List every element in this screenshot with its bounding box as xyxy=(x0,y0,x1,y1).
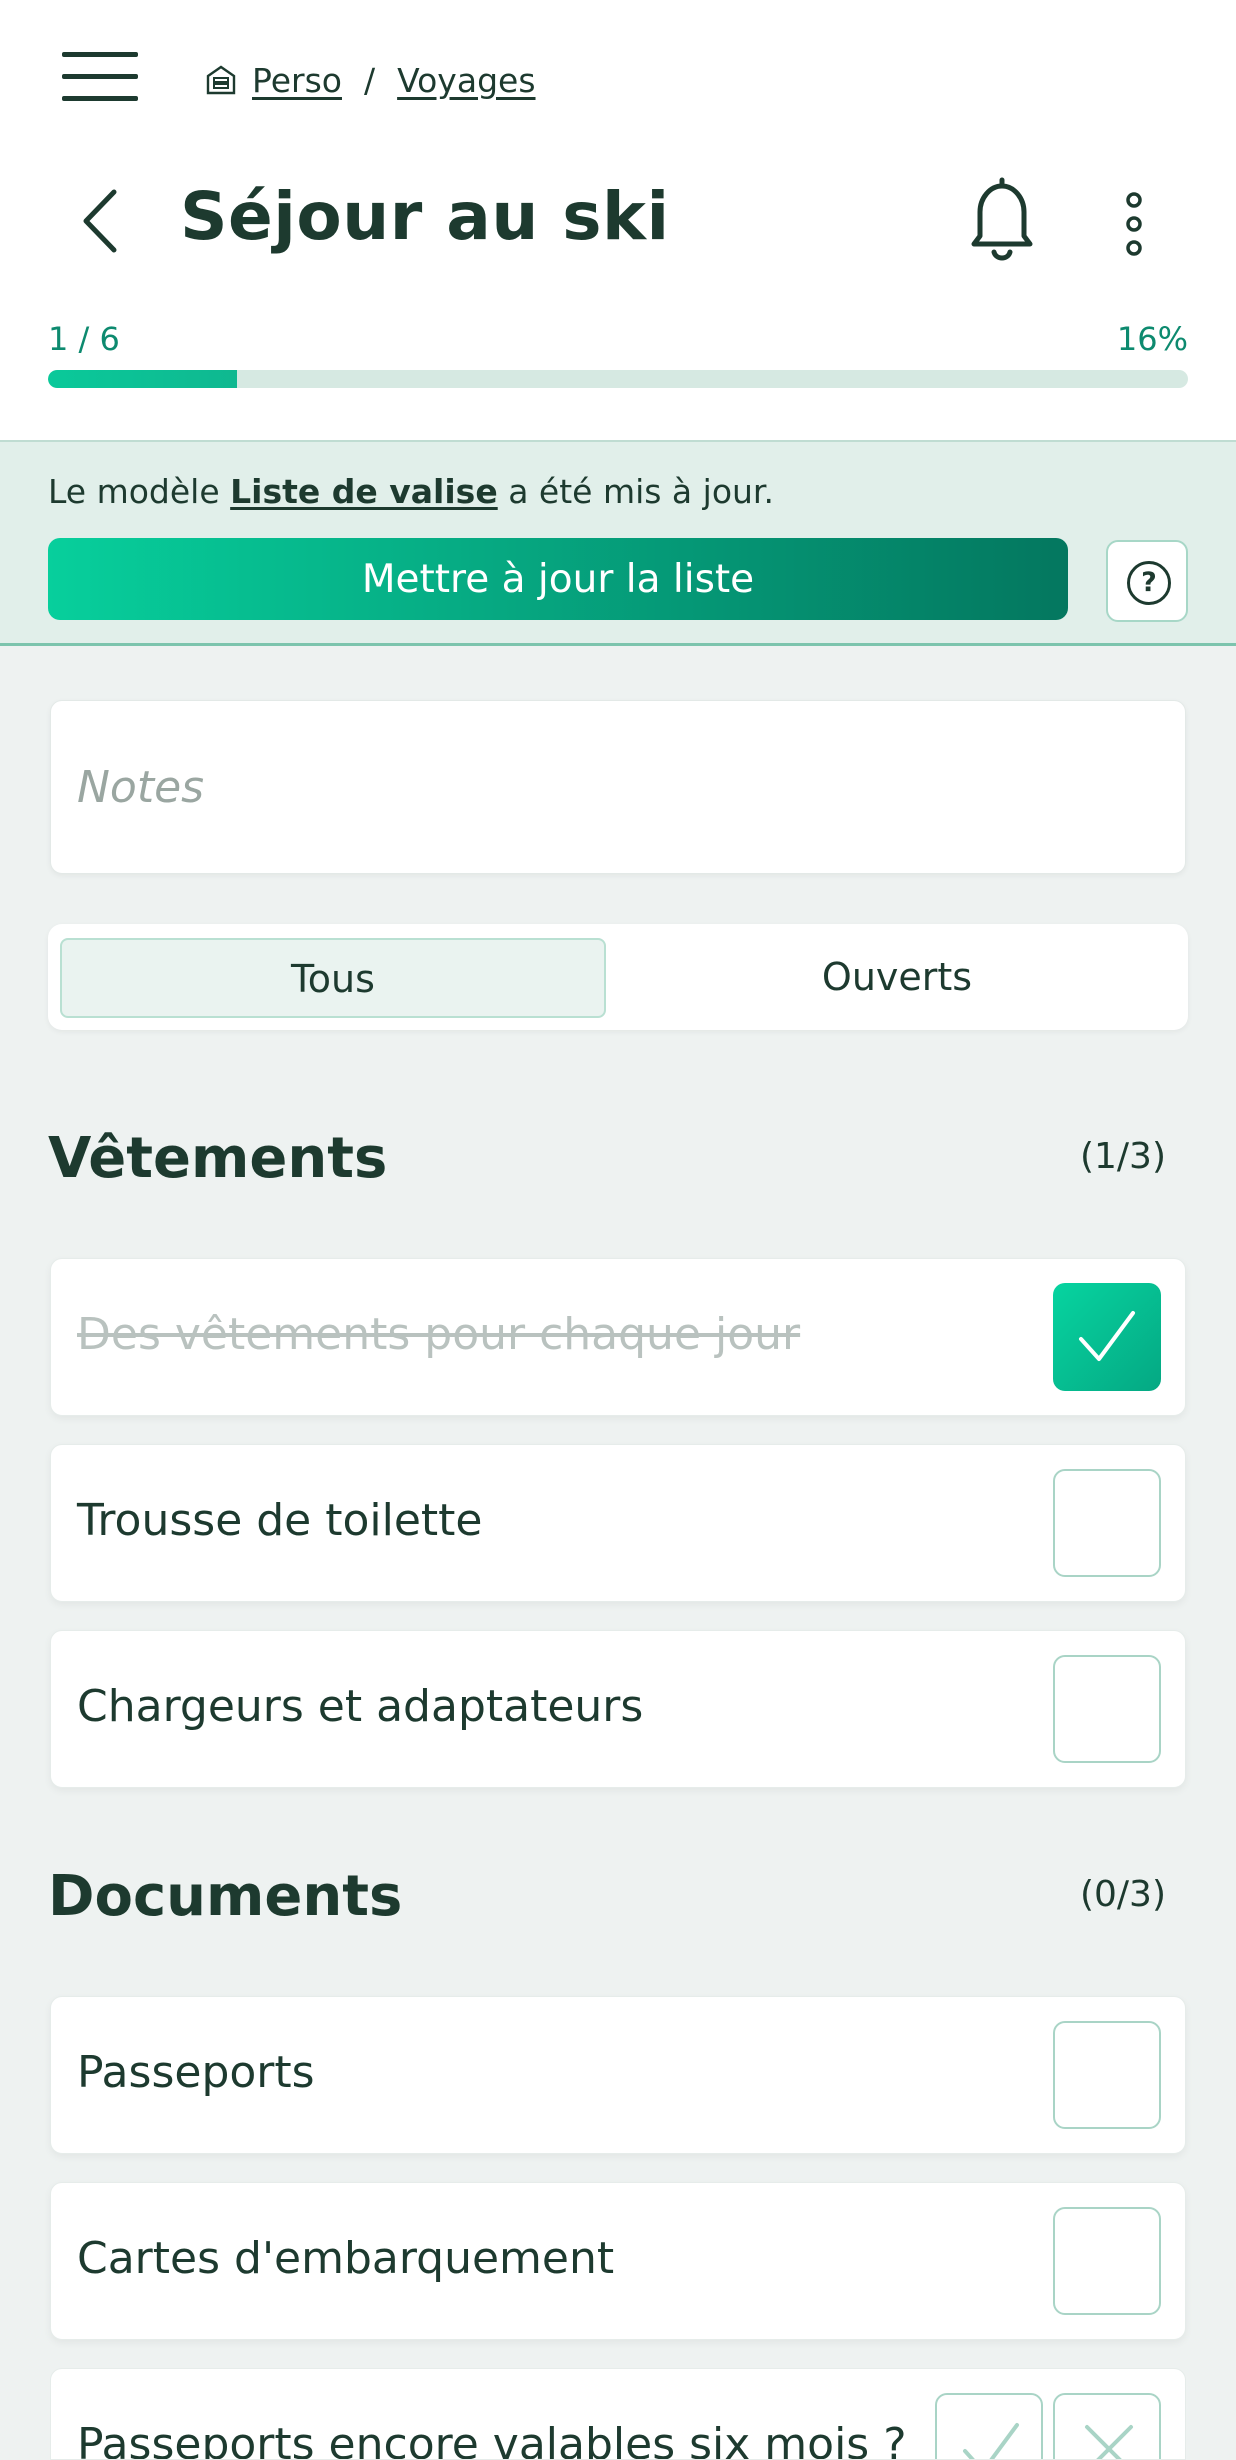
page-title: Séjour au ski xyxy=(180,178,670,255)
item-checkbox-checked[interactable] xyxy=(1053,1283,1161,1391)
progress-fill xyxy=(48,370,238,388)
item-label: Passeports encore valables six mois ? xyxy=(77,2419,907,2460)
list-item[interactable]: Des vêtements pour chaque jour xyxy=(50,1258,1186,1416)
checkmark-icon xyxy=(1079,1311,1135,1361)
item-label: Cartes d'embarquement xyxy=(77,2233,615,2284)
banner-message: Le modèle Liste de valise a été mis à jo… xyxy=(48,472,774,511)
breadcrumb-separator: / xyxy=(363,60,376,100)
section-title-documents: Documents xyxy=(48,1864,403,1929)
cross-icon xyxy=(1085,2425,1133,2459)
list-item[interactable]: Cartes d'embarquement xyxy=(50,2182,1186,2340)
progress-count: 1 / 6 xyxy=(48,320,120,358)
banner-text-after: a été mis à jour. xyxy=(497,472,774,511)
item-checkbox[interactable] xyxy=(1053,1469,1161,1577)
filter-toggle: Tous Ouverts xyxy=(48,924,1188,1030)
more-vertical-icon[interactable] xyxy=(1116,192,1152,256)
back-arrow-icon[interactable] xyxy=(76,186,126,256)
section-count-documents: (0/3) xyxy=(1079,1874,1166,1915)
template-link[interactable]: Liste de valise xyxy=(230,472,498,511)
list-item[interactable]: Trousse de toilette xyxy=(50,1444,1186,1602)
item-checkbox[interactable] xyxy=(1053,2021,1161,2129)
progress-percent: 16% xyxy=(1116,320,1188,358)
list-item[interactable]: Chargeurs et adaptateurs xyxy=(50,1630,1186,1788)
filter-open-tab[interactable]: Ouverts xyxy=(618,938,1176,1018)
item-label: Trousse de toilette xyxy=(77,1495,483,1546)
progress-bar xyxy=(48,370,1188,388)
menu-icon[interactable] xyxy=(62,52,138,102)
item-label: Chargeurs et adaptateurs xyxy=(77,1681,644,1732)
template-update-banner: Le modèle Liste de valise a été mis à jo… xyxy=(0,440,1236,646)
list-item[interactable]: Passeports encore valables six mois ? xyxy=(50,2368,1186,2460)
help-button[interactable]: ? xyxy=(1106,540,1188,622)
header: Perso / Voyages Séjour au ski 1 / 6 16% xyxy=(0,0,1236,440)
breadcrumb-link-home[interactable]: Perso xyxy=(252,61,342,100)
answer-yes-button[interactable] xyxy=(935,2393,1043,2459)
notes-input[interactable] xyxy=(50,700,1186,874)
item-label: Passeports xyxy=(77,2047,315,2098)
update-list-button[interactable]: Mettre à jour la liste xyxy=(48,538,1068,620)
item-label: Des vêtements pour chaque jour xyxy=(77,1309,801,1360)
help-icon: ? xyxy=(1127,561,1171,605)
checkmark-icon xyxy=(963,2423,1019,2459)
breadcrumb-link-current[interactable]: Voyages xyxy=(397,61,535,100)
banner-text-before: Le modèle xyxy=(48,472,231,511)
breadcrumb: Perso / Voyages xyxy=(204,58,536,102)
section-title-vetements: Vêtements xyxy=(48,1126,388,1191)
section-count-vetements: (1/3) xyxy=(1079,1136,1166,1177)
list-item[interactable]: Passeports xyxy=(50,1996,1186,2154)
item-checkbox[interactable] xyxy=(1053,1655,1161,1763)
filter-all-tab[interactable]: Tous xyxy=(60,938,606,1018)
item-checkbox[interactable] xyxy=(1053,2207,1161,2315)
home-icon xyxy=(206,65,236,95)
answer-no-button[interactable] xyxy=(1053,2393,1161,2459)
bell-icon[interactable] xyxy=(964,176,1040,266)
